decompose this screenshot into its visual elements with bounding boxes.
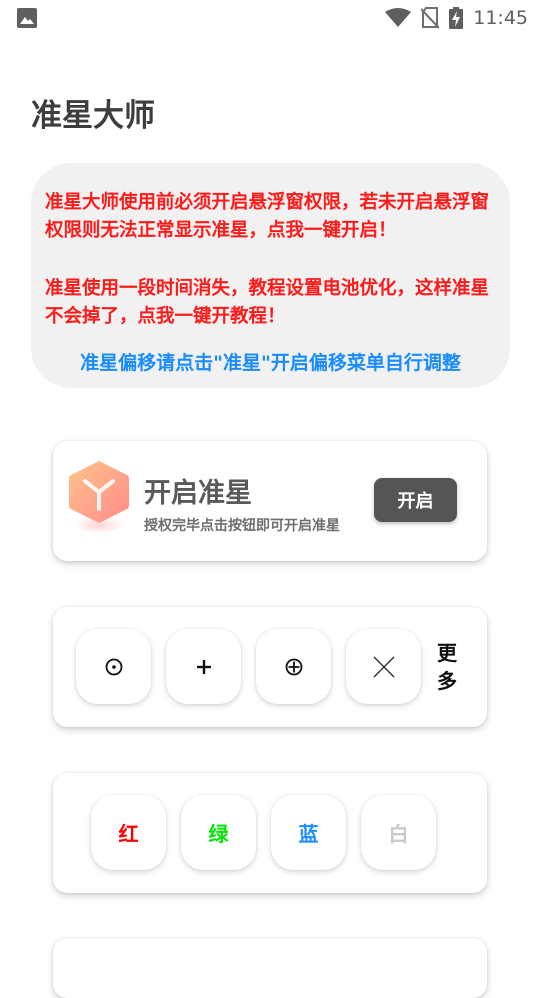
plus-crosshair-icon xyxy=(196,659,211,674)
battery-tutorial-link[interactable]: 准星使用一段时间消失，教程设置电池优化，这样准星不会掉了，点我一键开教程！ xyxy=(45,275,496,331)
dot-circle-crosshair-icon xyxy=(105,658,122,675)
more-styles-link[interactable]: 更多 xyxy=(435,639,459,695)
crosshair-style-x-button[interactable] xyxy=(346,629,421,704)
color-blue-label: 蓝 xyxy=(298,822,319,846)
x-crosshair-icon xyxy=(373,656,394,677)
crosshair-style-circle-plus-button[interactable] xyxy=(256,629,331,704)
color-green-label: 绿 xyxy=(208,822,229,846)
enable-crosshair-title: 开启准星 xyxy=(144,478,252,509)
no-sim-icon xyxy=(421,7,440,29)
cube-logo-icon xyxy=(69,461,129,534)
enable-crosshair-button[interactable]: 开启 xyxy=(374,478,457,522)
color-blue-button[interactable]: 蓝 xyxy=(271,795,346,870)
status-bar: 11:45 xyxy=(0,0,540,36)
battery-charging-icon xyxy=(449,7,464,29)
gallery-icon xyxy=(17,8,37,28)
enable-crosshair-subtitle: 授权完毕点击按钮即可开启准星 xyxy=(144,518,340,534)
status-time: 11:45 xyxy=(473,7,528,29)
notice-card: 准星大师使用前必须开启悬浮窗权限，若未开启悬浮窗权限则无法正常显示准星，点我一键… xyxy=(31,163,510,388)
page-title: 准星大师 xyxy=(31,98,155,134)
offset-hint-link[interactable]: 准星偏移请点击"准星"开启偏移菜单自行调整 xyxy=(31,348,510,375)
wifi-icon xyxy=(385,8,412,27)
color-green-button[interactable]: 绿 xyxy=(181,795,256,870)
color-red-button[interactable]: 红 xyxy=(91,795,166,870)
crosshair-style-dot-circle-button[interactable] xyxy=(76,629,151,704)
next-card-partial xyxy=(53,938,487,998)
circle-plus-crosshair-icon xyxy=(285,658,302,675)
crosshair-color-card: 红 绿 蓝 白 xyxy=(53,773,487,893)
color-white-button[interactable]: 白 xyxy=(361,795,436,870)
crosshair-style-card: 更多 xyxy=(53,607,487,727)
crosshair-style-plus-button[interactable] xyxy=(166,629,241,704)
permission-notice-link[interactable]: 准星大师使用前必须开启悬浮窗权限，若未开启悬浮窗权限则无法正常显示准星，点我一键… xyxy=(45,189,496,245)
color-red-label: 红 xyxy=(118,822,139,846)
color-white-label: 白 xyxy=(388,822,409,846)
enable-crosshair-card: 开启准星 授权完毕点击按钮即可开启准星 开启 xyxy=(53,441,487,561)
